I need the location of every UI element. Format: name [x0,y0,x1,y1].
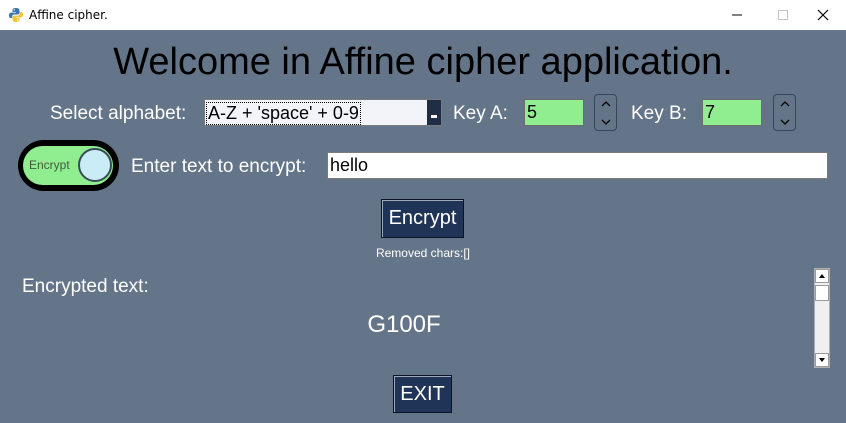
close-icon [817,9,829,21]
key-b-increment-button[interactable] [774,95,795,112]
encrypt-button[interactable]: Encrypt [381,199,464,238]
output-label: Encrypted text: [22,276,149,297]
scrollbar-thumb[interactable] [815,285,829,301]
alphabet-label: Select alphabet: [50,103,187,124]
dropdown-arrow-icon[interactable] [427,100,441,125]
chevron-up-icon [601,100,610,106]
encrypted-text-output: G100F [367,311,441,338]
removed-chars-label: Removed chars:[] [375,246,471,260]
key-a-increment-button[interactable] [595,95,616,112]
minimize-button[interactable] [714,0,760,30]
scroll-down-arrow-icon [819,358,825,362]
scroll-up-button[interactable] [815,269,829,283]
toggle-track: Encrypt [23,146,113,185]
app-body: Welcome in Affine cipher application. Se… [0,30,846,423]
minimize-icon [732,14,742,16]
toggle-label: Encrypt [29,158,70,172]
key-b-spinner[interactable] [773,94,796,131]
window-title: Affine cipher. [29,8,108,22]
chevron-down-icon [780,119,789,125]
toggle-knob [78,148,112,182]
input-label: Enter text to encrypt: [131,156,307,177]
key-b-input[interactable]: 7 [702,99,762,126]
exit-button[interactable]: EXIT [393,375,452,413]
scroll-down-button[interactable] [815,353,829,367]
text-to-encrypt-input[interactable]: hello [327,152,828,179]
close-button[interactable] [800,0,846,30]
python-icon [9,8,23,22]
alphabet-selected-value: A-Z + 'space' + 0-9 [206,102,361,125]
chevron-up-icon [780,100,789,106]
key-a-spinner[interactable] [594,94,617,131]
key-a-label: Key A: [453,103,508,124]
maximize-icon [778,10,788,20]
page-title: Welcome in Affine cipher application. [113,41,733,83]
scroll-up-arrow-icon [819,274,825,278]
alphabet-select[interactable]: A-Z + 'space' + 0-9 [204,99,442,126]
key-a-decrement-button[interactable] [595,113,616,130]
key-b-decrement-button[interactable] [774,113,795,130]
chevron-down-icon [601,119,610,125]
mode-toggle-switch[interactable]: Encrypt [18,140,119,191]
key-b-label: Key B: [631,103,687,124]
output-scrollbar[interactable] [814,268,830,368]
key-a-input[interactable]: 5 [524,99,584,126]
title-bar: Affine cipher. [0,0,846,30]
